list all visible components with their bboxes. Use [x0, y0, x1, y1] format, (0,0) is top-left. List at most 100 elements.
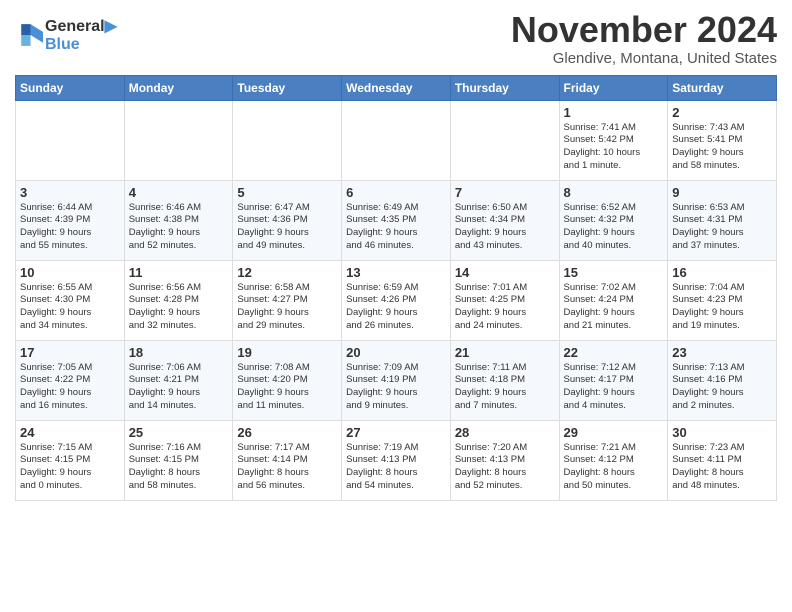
title-block: November 2024 Glendive, Montana, United … [511, 10, 777, 67]
day-cell: 20 Sunrise: 7:09 AMSunset: 4:19 PMDayligh… [342, 340, 451, 420]
day-cell: 1Sunrise: 7:41 AMSunset: 5:42 PMDaylight… [559, 100, 668, 180]
day-info: Sunrise: 6:52 AMSunset: 4:32 PMDaylight:… [564, 202, 664, 253]
day-number: 9 [672, 185, 772, 200]
logo-icon [15, 21, 43, 49]
day-number: 27 [346, 425, 446, 440]
day-cell [233, 100, 342, 180]
day-number: 13 [346, 265, 446, 280]
day-info: Sunrise: 7:02 AMSunset: 4:24 PMDaylight:… [564, 282, 664, 333]
day-cell: 17 Sunrise: 7:05 AMSunset: 4:22 PMDayligh… [16, 340, 125, 420]
day-cell: 29 Sunrise: 7:21 AMSunset: 4:12 PMDayligh… [559, 420, 668, 500]
day-info: Sunrise: 7:21 AMSunset: 4:12 PMDaylight:… [564, 442, 664, 493]
day-number: 17 [20, 345, 120, 360]
day-number: 28 [455, 425, 555, 440]
day-number: 10 [20, 265, 120, 280]
day-number: 2 [672, 105, 772, 120]
day-info: Sunrise: 7:01 AMSunset: 4:25 PMDaylight:… [455, 282, 555, 333]
day-info: Sunrise: 7:09 AMSunset: 4:19 PMDaylight:… [346, 362, 446, 413]
day-cell: 7Sunrise: 6:50 AMSunset: 4:34 PMDaylight… [450, 180, 559, 260]
day-number: 29 [564, 425, 664, 440]
day-info: Sunrise: 7:20 AMSunset: 4:13 PMDaylight:… [455, 442, 555, 493]
day-info: Sunrise: 6:50 AMSunset: 4:34 PMDaylight:… [455, 202, 555, 253]
day-cell: 16 Sunrise: 7:04 AMSunset: 4:23 PMDayligh… [668, 260, 777, 340]
day-info: Sunrise: 7:08 AMSunset: 4:20 PMDaylight:… [237, 362, 337, 413]
day-number: 20 [346, 345, 446, 360]
day-cell: 27 Sunrise: 7:19 AMSunset: 4:13 PMDayligh… [342, 420, 451, 500]
day-info: Sunrise: 7:05 AMSunset: 4:22 PMDaylight:… [20, 362, 120, 413]
day-info: Sunrise: 6:49 AMSunset: 4:35 PMDaylight:… [346, 202, 446, 253]
day-cell: 26 Sunrise: 7:17 AMSunset: 4:14 PMDayligh… [233, 420, 342, 500]
day-cell: 21 Sunrise: 7:11 AMSunset: 4:18 PMDayligh… [450, 340, 559, 420]
weekday-header-saturday: Saturday [668, 75, 777, 100]
day-number: 14 [455, 265, 555, 280]
main-title: November 2024 [511, 10, 777, 50]
day-info: Sunrise: 7:06 AMSunset: 4:21 PMDaylight:… [129, 362, 229, 413]
day-number: 22 [564, 345, 664, 360]
weekday-header-wednesday: Wednesday [342, 75, 451, 100]
weekday-header-sunday: Sunday [16, 75, 125, 100]
week-row-1: 1Sunrise: 7:41 AMSunset: 5:42 PMDaylight… [16, 100, 777, 180]
day-number: 23 [672, 345, 772, 360]
day-cell: 28 Sunrise: 7:20 AMSunset: 4:13 PMDayligh… [450, 420, 559, 500]
day-number: 5 [237, 185, 337, 200]
week-row-2: 3 Sunrise: 6:44 AMSunset: 4:39 PMDaylight… [16, 180, 777, 260]
day-info: Sunrise: 7:23 AMSunset: 4:11 PMDaylight:… [672, 442, 772, 493]
day-number: 26 [237, 425, 337, 440]
subtitle: Glendive, Montana, United States [511, 50, 777, 67]
weekday-header-tuesday: Tuesday [233, 75, 342, 100]
day-number: 12 [237, 265, 337, 280]
day-info: Sunrise: 6:44 AMSunset: 4:39 PMDaylight:… [20, 202, 120, 253]
day-number: 16 [672, 265, 772, 280]
day-cell [450, 100, 559, 180]
week-row-4: 17 Sunrise: 7:05 AMSunset: 4:22 PMDayligh… [16, 340, 777, 420]
day-cell: 11 Sunrise: 6:56 AMSunset: 4:28 PMDayligh… [124, 260, 233, 340]
day-info: Sunrise: 7:19 AMSunset: 4:13 PMDaylight:… [346, 442, 446, 493]
day-number: 25 [129, 425, 229, 440]
day-info: Sunrise: 7:41 AMSunset: 5:42 PMDaylight:… [564, 122, 664, 173]
day-number: 6 [346, 185, 446, 200]
day-cell: 8 Sunrise: 6:52 AMSunset: 4:32 PMDaylight… [559, 180, 668, 260]
day-info: Sunrise: 6:59 AMSunset: 4:26 PMDaylight:… [346, 282, 446, 333]
day-info: Sunrise: 7:16 AMSunset: 4:15 PMDaylight:… [129, 442, 229, 493]
day-info: Sunrise: 7:13 AMSunset: 4:16 PMDaylight:… [672, 362, 772, 413]
day-number: 3 [20, 185, 120, 200]
day-number: 8 [564, 185, 664, 200]
day-cell: 23 Sunrise: 7:13 AMSunset: 4:16 PMDayligh… [668, 340, 777, 420]
day-info: Sunrise: 6:55 AMSunset: 4:30 PMDaylight:… [20, 282, 120, 333]
calendar-table: SundayMondayTuesdayWednesdayThursdayFrid… [15, 75, 777, 501]
day-cell: 18 Sunrise: 7:06 AMSunset: 4:21 PMDayligh… [124, 340, 233, 420]
day-number: 24 [20, 425, 120, 440]
day-number: 21 [455, 345, 555, 360]
day-cell: 15 Sunrise: 7:02 AMSunset: 4:24 PMDayligh… [559, 260, 668, 340]
page-header: General▶ Blue November 2024 Glendive, Mo… [15, 10, 777, 67]
day-cell: 9Sunrise: 6:53 AMSunset: 4:31 PMDaylight… [668, 180, 777, 260]
day-cell: 12 Sunrise: 6:58 AMSunset: 4:27 PMDayligh… [233, 260, 342, 340]
day-info: Sunrise: 7:15 AMSunset: 4:15 PMDaylight:… [20, 442, 120, 493]
day-info: Sunrise: 7:04 AMSunset: 4:23 PMDaylight:… [672, 282, 772, 333]
day-number: 19 [237, 345, 337, 360]
day-info: Sunrise: 7:17 AMSunset: 4:14 PMDaylight:… [237, 442, 337, 493]
day-number: 30 [672, 425, 772, 440]
week-row-3: 10 Sunrise: 6:55 AMSunset: 4:30 PMDayligh… [16, 260, 777, 340]
day-number: 4 [129, 185, 229, 200]
day-info: Sunrise: 6:46 AMSunset: 4:38 PMDaylight:… [129, 202, 229, 253]
day-number: 11 [129, 265, 229, 280]
day-info: Sunrise: 7:12 AMSunset: 4:17 PMDaylight:… [564, 362, 664, 413]
day-info: Sunrise: 6:47 AMSunset: 4:36 PMDaylight:… [237, 202, 337, 253]
day-number: 18 [129, 345, 229, 360]
day-info: Sunrise: 6:56 AMSunset: 4:28 PMDaylight:… [129, 282, 229, 333]
day-number: 15 [564, 265, 664, 280]
weekday-header-monday: Monday [124, 75, 233, 100]
day-cell: 24 Sunrise: 7:15 AMSunset: 4:15 PMDayligh… [16, 420, 125, 500]
weekday-header-thursday: Thursday [450, 75, 559, 100]
day-cell: 2Sunrise: 7:43 AMSunset: 5:41 PMDaylight… [668, 100, 777, 180]
day-cell [16, 100, 125, 180]
day-info: Sunrise: 6:58 AMSunset: 4:27 PMDaylight:… [237, 282, 337, 333]
logo-text: General▶ Blue [45, 16, 117, 54]
day-info: Sunrise: 7:11 AMSunset: 4:18 PMDaylight:… [455, 362, 555, 413]
day-cell: 19 Sunrise: 7:08 AMSunset: 4:20 PMDayligh… [233, 340, 342, 420]
day-cell: 3 Sunrise: 6:44 AMSunset: 4:39 PMDaylight… [16, 180, 125, 260]
day-cell: 4 Sunrise: 6:46 AMSunset: 4:38 PMDaylight… [124, 180, 233, 260]
logo: General▶ Blue [15, 16, 117, 54]
day-cell: 6 Sunrise: 6:49 AMSunset: 4:35 PMDaylight… [342, 180, 451, 260]
